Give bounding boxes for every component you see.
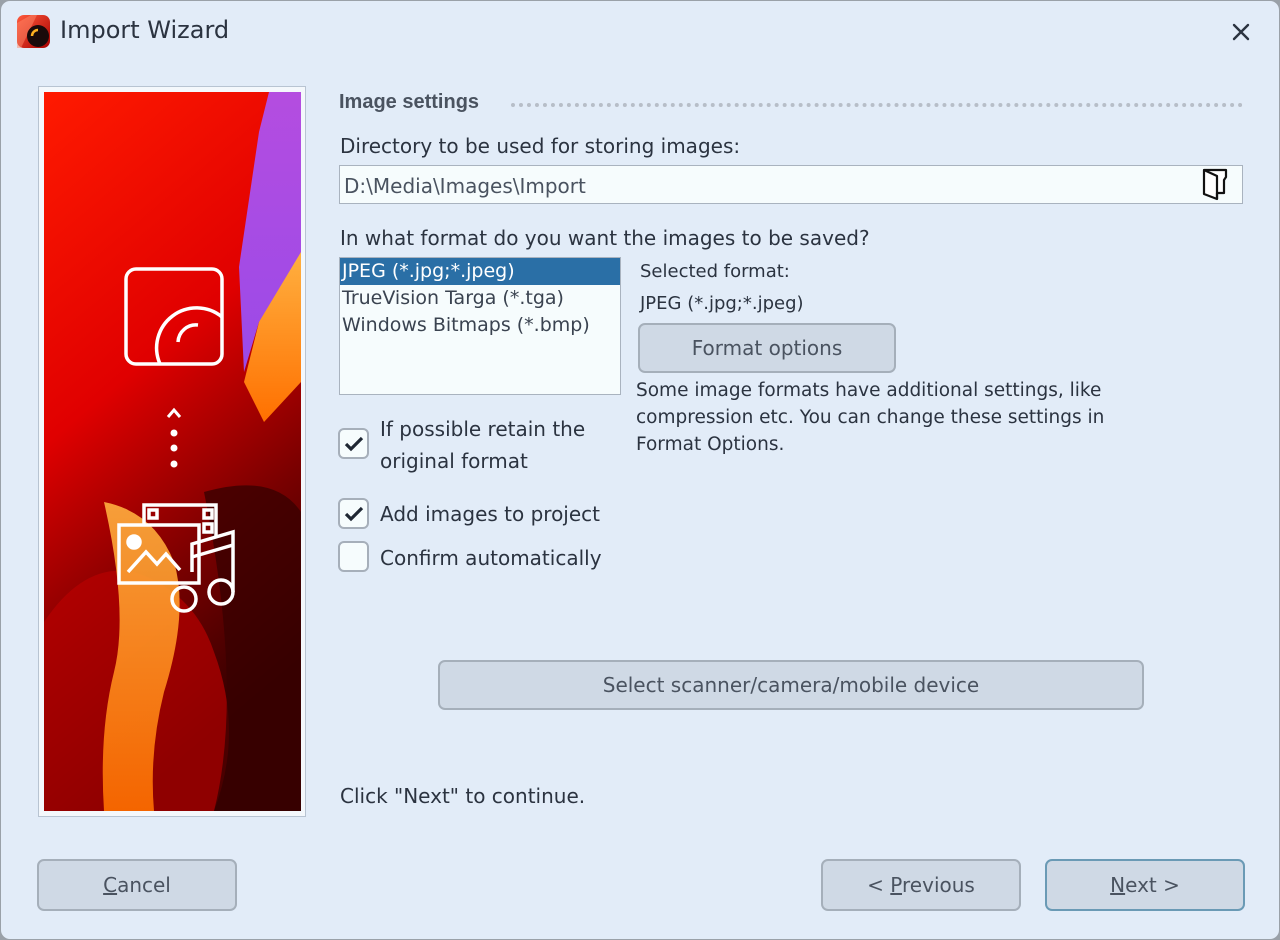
next-label: ext > (1125, 873, 1180, 897)
format-help-text: Some image formats have additional setti… (636, 380, 1105, 455)
title-bar: Import Wizard (1, 1, 1279, 63)
selected-format-label: Selected format: (640, 261, 790, 282)
previous-mnemonic: P (890, 873, 903, 897)
cancel-mnemonic: C (103, 873, 118, 897)
checkmark-icon (344, 506, 363, 521)
previous-button[interactable]: < Previous (821, 859, 1021, 911)
cancel-label: ancel (117, 873, 171, 897)
previous-prefix: < (867, 873, 891, 897)
continue-hint: Click "Next" to continue. (340, 784, 586, 808)
section-title: Image settings (339, 91, 480, 113)
select-device-button[interactable]: Select scanner/camera/mobile device (438, 660, 1144, 710)
format-listbox[interactable]: JPEG (*.jpg;*.jpeg) TrueVision Targa (*.… (339, 257, 621, 395)
directory-label: Directory to be used for storing images: (340, 134, 741, 158)
cancel-button[interactable]: Cancel (37, 859, 237, 911)
format-question: In what format do you want the images to… (340, 226, 870, 250)
folder-open-icon (1202, 168, 1228, 201)
confirm-automatically-checkbox[interactable] (338, 541, 369, 572)
close-button[interactable] (1223, 15, 1259, 49)
add-to-project-label: Add images to project (380, 502, 600, 526)
close-icon (1232, 23, 1250, 41)
add-to-project-checkbox[interactable] (338, 498, 369, 529)
confirm-automatically-label: Confirm automatically (380, 546, 602, 570)
retain-format-label-line2: original format (380, 449, 528, 473)
next-mnemonic: N (1110, 873, 1126, 897)
window-title: Import Wizard (60, 16, 230, 44)
sidebar-image-panel (38, 86, 306, 817)
wizard-banner-image (44, 92, 301, 811)
app-logo-icon (17, 15, 50, 48)
import-wizard-dialog: Import Wizard Image settings Directory t… (0, 0, 1280, 940)
section-divider (511, 103, 1243, 107)
selected-format-value: JPEG (*.jpg;*.jpeg) (640, 293, 804, 314)
browse-folder-button[interactable] (1199, 167, 1233, 201)
retain-format-checkbox[interactable] (338, 428, 369, 459)
dots-icon (170, 429, 178, 468)
next-button[interactable]: Next > (1045, 859, 1245, 911)
previous-label: revious (902, 873, 975, 897)
format-option-bmp[interactable]: Windows Bitmaps (*.bmp) (340, 312, 620, 339)
checkmark-icon (344, 436, 363, 451)
format-options-button[interactable]: Format options (638, 323, 896, 373)
format-option-tga[interactable]: TrueVision Targa (*.tga) (340, 285, 620, 312)
directory-input[interactable]: D:\Media\Images\Import (339, 165, 1243, 204)
format-option-jpeg[interactable]: JPEG (*.jpg;*.jpeg) (340, 258, 620, 285)
retain-format-label-line1: If possible retain the (380, 417, 586, 441)
